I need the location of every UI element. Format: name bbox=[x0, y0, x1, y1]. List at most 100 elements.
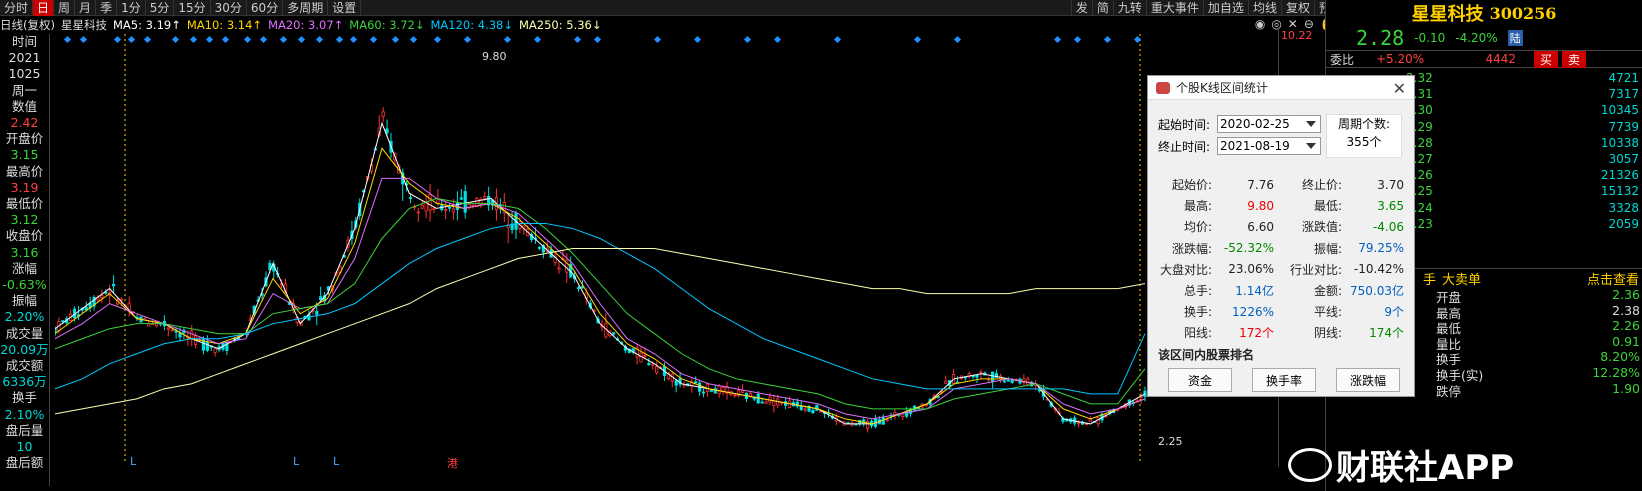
sell-button[interactable]: 卖 bbox=[1562, 50, 1587, 68]
info-label: 成交额 bbox=[5, 358, 44, 374]
tool-menu-item-0[interactable]: 发 bbox=[1070, 0, 1092, 16]
start-date-select[interactable]: 2020-02-25 bbox=[1217, 115, 1321, 133]
dialog-stats-row: 起始价: 7.76 终止价: 3.70 bbox=[1156, 174, 1406, 195]
stat-value: -10.42% bbox=[1353, 262, 1404, 277]
kline-svg[interactable]: 9.80 2.25 bbox=[53, 34, 1280, 464]
signal-dot bbox=[279, 35, 288, 44]
end-date-select[interactable]: 2021-08-19 bbox=[1217, 137, 1321, 155]
stock-code: 300256 bbox=[1489, 3, 1557, 23]
info-label: 收盘价 bbox=[5, 228, 44, 244]
candle-body bbox=[557, 267, 561, 270]
candle-body bbox=[1088, 418, 1092, 423]
stats-head-3[interactable]: 点击查看 bbox=[1526, 269, 1642, 288]
chevron-down-icon[interactable] bbox=[1306, 121, 1316, 127]
candle-body bbox=[432, 207, 436, 211]
tool-menu-item-3[interactable]: 重大事件 bbox=[1145, 0, 1203, 16]
end-date-label: 终止时间: bbox=[1158, 139, 1211, 154]
info-value: 2.20% bbox=[4, 309, 45, 325]
signal-dot bbox=[335, 35, 344, 44]
stat-value: 6.60 bbox=[1247, 219, 1274, 234]
tool-menu-item-4[interactable]: 加自选 bbox=[1202, 0, 1248, 16]
order-volume: 2059 bbox=[1608, 216, 1639, 231]
signal-dot bbox=[243, 35, 252, 44]
rank-buttons: 资金 换手率 涨跌幅 bbox=[1168, 368, 1400, 392]
stat-label: 均价: bbox=[1183, 220, 1212, 235]
period-tab-8[interactable]: 30分 bbox=[211, 0, 247, 16]
dialog-stats-row: 大盘对比: 23.06% 行业对比: -10.42% bbox=[1156, 259, 1406, 280]
dialog-stats-row: 换手: 1226% 平线: 9个 bbox=[1156, 301, 1406, 322]
connect-tag[interactable]: 陆 bbox=[1507, 30, 1523, 46]
eye-icon[interactable]: ◉ bbox=[1255, 17, 1265, 31]
candle-body bbox=[420, 205, 424, 209]
stat-value: 79.25% bbox=[1358, 241, 1404, 256]
candle-body bbox=[1002, 380, 1006, 383]
dialog-stats-row: 最高: 9.80 最低: 3.65 bbox=[1156, 195, 1406, 216]
stats-head-2[interactable]: 大卖单 bbox=[1436, 269, 1526, 288]
rank-by-turnover-button[interactable]: 换手率 bbox=[1252, 368, 1316, 392]
period-tab-0[interactable]: 分时 bbox=[0, 0, 34, 16]
stat-value: 1.14亿 bbox=[1235, 284, 1274, 299]
tool-menu-item-5[interactable]: 均线 bbox=[1247, 0, 1281, 16]
chevron-down-icon[interactable] bbox=[1306, 143, 1316, 149]
signal-dot bbox=[593, 35, 602, 44]
order-volume: 7317 bbox=[1608, 87, 1639, 102]
period-tab-1[interactable]: 日 bbox=[33, 0, 55, 16]
quote-line: 2.28 -0.10 -4.20% 陆 bbox=[1326, 26, 1642, 50]
stats-c: 1.90 bbox=[1612, 380, 1640, 396]
marker-l-1[interactable]: L bbox=[130, 455, 136, 468]
candle-body bbox=[881, 417, 885, 425]
info-value: -0.63% bbox=[2, 277, 47, 293]
period-tab-11[interactable]: 设置 bbox=[328, 0, 362, 16]
stat-label: 涨跌值: bbox=[1301, 220, 1342, 235]
candle-body bbox=[885, 419, 889, 421]
start-date-row: 起始时间: 2020-02-25 bbox=[1158, 114, 1321, 134]
period-tab-4[interactable]: 季 bbox=[96, 0, 118, 16]
period-tab-2[interactable]: 周 bbox=[54, 0, 76, 16]
candle-body bbox=[815, 404, 819, 411]
order-volume: 21326 bbox=[1600, 168, 1639, 183]
period-tab-3[interactable]: 月 bbox=[75, 0, 97, 16]
stock-header: 星星科技 300256 bbox=[1326, 0, 1642, 26]
candle-body bbox=[436, 198, 440, 204]
candle-body bbox=[643, 354, 647, 357]
candle-body bbox=[61, 320, 65, 322]
marker-hk[interactable]: 港 bbox=[447, 455, 458, 471]
stats-b: 最低 bbox=[1436, 321, 1462, 337]
period-tab-9[interactable]: 60分 bbox=[247, 0, 284, 16]
period-tab-6[interactable]: 5分 bbox=[146, 0, 175, 16]
rank-by-fund-button[interactable]: 资金 bbox=[1168, 368, 1232, 392]
signal-dot bbox=[1073, 35, 1082, 44]
info-label: 换手 bbox=[11, 390, 37, 406]
candle-body bbox=[772, 400, 776, 406]
dialog-titlebar[interactable]: 个股K线区间统计 ✕ bbox=[1148, 76, 1414, 100]
signal-dot bbox=[315, 35, 324, 44]
candle-body bbox=[764, 401, 768, 404]
kline-type-label[interactable]: 日线(复权) bbox=[0, 17, 55, 33]
candle-body bbox=[944, 380, 948, 384]
info-label: 最高价 bbox=[5, 163, 44, 179]
period-tab-10[interactable]: 多周期 bbox=[283, 0, 329, 16]
kline-chart[interactable]: 9.80 2.25 bbox=[53, 34, 1280, 464]
order-ratio-row: 委比 +5.20% 4442 买 卖 bbox=[1326, 50, 1642, 68]
signal-dot bbox=[259, 35, 268, 44]
ma-legend: 日线(复权) 星星科技 MA5: 3.19↑ MA10: 3.14↑ MA20:… bbox=[0, 17, 1380, 33]
dialog-stats-row: 均价: 6.60 涨跌值: -4.06 bbox=[1156, 216, 1406, 237]
close-icon[interactable]: ✕ bbox=[1393, 79, 1406, 98]
tool-menu-item-2[interactable]: 九转 bbox=[1112, 0, 1146, 16]
stat-label: 平线: bbox=[1313, 305, 1342, 320]
marker-l-3[interactable]: L bbox=[333, 455, 339, 468]
tool-menu-item-6[interactable]: 复权 bbox=[1280, 0, 1314, 16]
info-value: 2.42 bbox=[10, 115, 39, 131]
candle-body bbox=[1084, 423, 1088, 426]
info-value: 周一 bbox=[11, 82, 37, 98]
marker-l-2[interactable]: L bbox=[293, 455, 299, 468]
buy-button[interactable]: 买 bbox=[1534, 50, 1559, 68]
period-tabs: 分时日周月季 1分 5分 15分 30分 60分 多周期 设置 bbox=[0, 0, 362, 16]
tool-menu-item-1[interactable]: 简 bbox=[1091, 0, 1113, 16]
stat-label: 行业对比: bbox=[1289, 262, 1342, 277]
period-tab-5[interactable]: 1分 bbox=[117, 0, 146, 16]
candle-body bbox=[1006, 379, 1010, 382]
rank-by-change-button[interactable]: 涨跌幅 bbox=[1336, 368, 1400, 392]
period-tab-7[interactable]: 15分 bbox=[174, 0, 211, 16]
stat-value: 9个 bbox=[1384, 305, 1404, 320]
